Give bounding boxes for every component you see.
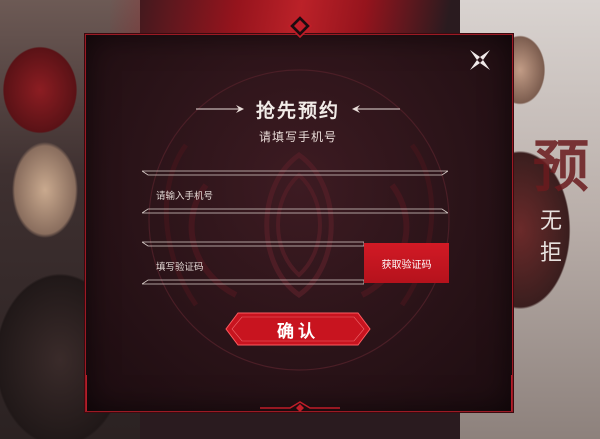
phone-field-bottom-border <box>142 208 448 214</box>
code-field-bottom-border <box>142 279 364 285</box>
confirm-button[interactable]: 确认 <box>224 311 372 347</box>
top-diamond-ornament-icon <box>288 14 312 38</box>
dialog-title: 抢先预约 <box>255 99 340 122</box>
close-icon[interactable] <box>467 47 493 73</box>
dialog-subtitle: 请填写手机号 <box>258 130 337 144</box>
dialog-title-row: 抢先预约 <box>85 94 511 124</box>
bottom-ornament-icon <box>260 401 340 412</box>
right-arrow-ornament-icon <box>352 105 400 113</box>
verification-code-field[interactable]: 填写验证码 <box>142 241 364 285</box>
left-arrow-ornament-icon <box>195 105 244 113</box>
confirm-button-label: 确认 <box>277 321 319 342</box>
phone-field[interactable]: 请输入手机号 <box>142 170 448 214</box>
get-code-button[interactable]: 获取验证码 <box>364 243 449 283</box>
code-field-top-border <box>142 241 364 247</box>
phone-input-placeholder[interactable]: 请输入手机号 <box>156 188 213 202</box>
background-subline: 无 拒 <box>540 209 577 266</box>
reservation-dialog <box>85 34 513 412</box>
phone-field-top-border <box>142 170 448 176</box>
background-headline: 预 <box>533 134 589 200</box>
code-input-placeholder[interactable]: 填写验证码 <box>156 259 204 273</box>
dialog-emblem-decoration <box>86 69 512 411</box>
